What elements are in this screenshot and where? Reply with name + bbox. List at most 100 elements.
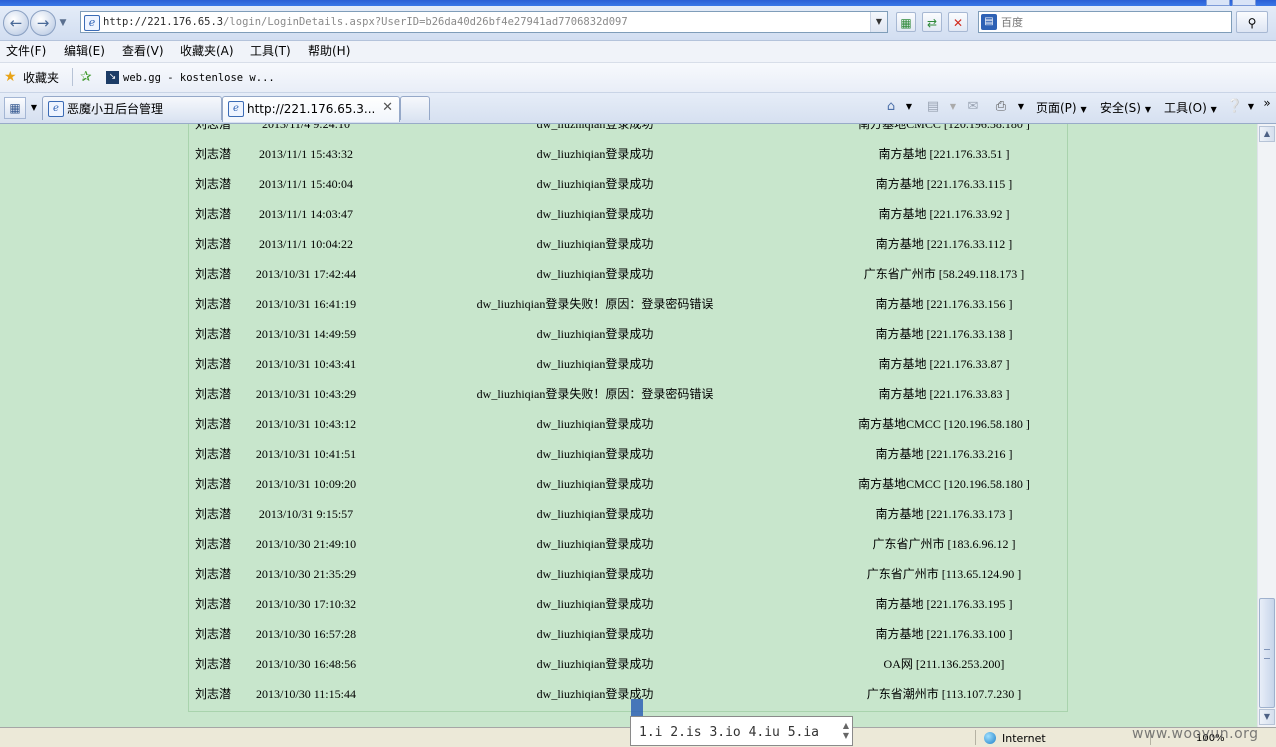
cell-login-time: 2013/10/30 21:35:29 bbox=[255, 567, 357, 581]
security-zone-label[interactable]: Internet bbox=[1002, 732, 1046, 746]
ie-page-icon: e bbox=[48, 101, 64, 117]
add-to-favorites-icon[interactable]: ✰ bbox=[80, 69, 98, 85]
cell-login-time: 2013/10/31 10:09:20 bbox=[255, 477, 357, 491]
tools-menu[interactable]: 工具(O) ▼ bbox=[1164, 98, 1217, 118]
cell-user-name: 刘志潜 bbox=[195, 537, 232, 551]
cell-login-time: 2013/10/30 21:49:10 bbox=[255, 537, 357, 551]
search-button[interactable]: ⚲ bbox=[1236, 11, 1268, 33]
search-box[interactable]: ▤ bbox=[978, 11, 1232, 33]
scroll-down-arrow-icon[interactable]: ▼ bbox=[1259, 709, 1275, 725]
cell-login-time: 2013/11/1 15:40:04 bbox=[259, 177, 353, 191]
close-tab-icon[interactable]: ✕ bbox=[382, 100, 393, 116]
scroll-grip bbox=[1264, 649, 1270, 659]
cell-login-time: 2013/10/31 10:41:51 bbox=[255, 447, 357, 461]
address-url[interactable]: http://221.176.65.3/login/LoginDetails.a… bbox=[103, 12, 628, 32]
forward-button[interactable]: → bbox=[30, 10, 56, 36]
table-row: 刘志潜 2013/10/31 10:43:41 dw_liuzhiqian登录成功 南… bbox=[189, 356, 1069, 386]
ime-candidates[interactable]: 1.i 2.is 3.io 4.iu 5.ia bbox=[639, 725, 819, 741]
cell-login-time: 2013/11/1 10:04:22 bbox=[259, 237, 353, 251]
address-dropdown-button[interactable]: ▼ bbox=[870, 12, 887, 32]
favorites-separator bbox=[72, 68, 73, 86]
cell-user-name: 刘志潜 bbox=[195, 177, 232, 191]
cell-login-location: 南方基地CMCC [120.196.58.180 ] bbox=[858, 477, 1030, 491]
table-row: 刘志潜 2013/10/30 11:15:44 dw_liuzhiqian登录成功 广… bbox=[189, 686, 1069, 716]
safety-menu[interactable]: 安全(S) ▼ bbox=[1100, 98, 1151, 118]
cell-login-result: dw_liuzhiqian登录成功 bbox=[536, 237, 654, 251]
vertical-scrollbar[interactable]: ▲ ▼ bbox=[1257, 124, 1276, 727]
back-arrow-icon: ← bbox=[9, 14, 23, 32]
table-row: 刘志潜 2013/11/1 15:40:04 dw_liuzhiqian登录成功 南方… bbox=[189, 176, 1069, 206]
menu-help[interactable]: 帮助(H) bbox=[308, 41, 350, 62]
table-row: 刘志潜 2013/10/30 16:57:28 dw_liuzhiqian登录成功 南… bbox=[189, 626, 1069, 656]
stop-button[interactable]: ✕ bbox=[948, 12, 968, 32]
menu-tools[interactable]: 工具(T) bbox=[250, 41, 291, 62]
ime-candidate-window[interactable]: 1.i 2.is 3.io 4.iu 5.ia ▲ ▼ bbox=[630, 716, 853, 746]
table-row: 刘志潜 2013/10/31 14:49:59 dw_liuzhiqian登录成功 南… bbox=[189, 326, 1069, 356]
quick-tabs-button[interactable]: ▦ bbox=[4, 97, 26, 119]
menu-edit[interactable]: 编辑(E) bbox=[64, 41, 105, 62]
table-row: 刘志潜 2013/11/1 10:04:22 dw_liuzhiqian登录成功 南方… bbox=[189, 236, 1069, 266]
compatibility-view-button[interactable]: ▦ bbox=[896, 12, 916, 32]
cell-login-result: dw_liuzhiqian登录成功 bbox=[536, 567, 654, 581]
new-tab-button[interactable] bbox=[400, 96, 430, 120]
cell-login-result: dw_liuzhiqian登录成功 bbox=[536, 627, 654, 641]
cell-login-result: dw_liuzhiqian登录成功 bbox=[536, 207, 654, 221]
home-dropdown[interactable]: ▼ bbox=[900, 98, 918, 116]
tab-list-dropdown[interactable]: ▼ bbox=[28, 97, 40, 119]
table-row: 刘志潜 2013/10/31 17:42:44 dw_liuzhiqian登录成功 广… bbox=[189, 266, 1069, 296]
address-toolbar: ← → ▼ e http://221.176.65.3/login/LoginD… bbox=[0, 6, 1276, 41]
cell-user-name: 刘志潜 bbox=[195, 687, 232, 701]
home-icon[interactable]: ⌂ bbox=[882, 98, 900, 116]
address-bar[interactable]: e http://221.176.65.3/login/LoginDetails… bbox=[80, 11, 888, 33]
ime-page-arrows-icon[interactable]: ▲ ▼ bbox=[843, 721, 849, 741]
cell-login-result: dw_liuzhiqian登录成功 bbox=[536, 267, 654, 281]
favorites-button[interactable]: 收藏夹 bbox=[23, 70, 59, 86]
cell-login-result: dw_liuzhiqian登录成功 bbox=[536, 597, 654, 611]
cell-user-name: 刘志潜 bbox=[195, 447, 232, 461]
history-dropdown[interactable]: ▼ bbox=[58, 17, 68, 29]
cell-login-location: 南方基地 [221.176.33.51 ] bbox=[878, 147, 1010, 161]
page-menu[interactable]: 页面(P) ▼ bbox=[1036, 98, 1087, 118]
refresh-button[interactable]: ⇄ bbox=[922, 12, 942, 32]
cell-login-location: 南方基地 [221.176.33.156 ] bbox=[875, 297, 1013, 311]
print-icon[interactable]: ⎙ bbox=[992, 98, 1010, 116]
menu-favorites[interactable]: 收藏夹(A) bbox=[180, 41, 234, 62]
cell-login-location: 南方基地 [221.176.33.195 ] bbox=[875, 597, 1013, 611]
table-row: 刘志潜 2013/10/31 10:41:51 dw_liuzhiqian登录成功 南… bbox=[189, 446, 1069, 476]
more-commands-chevron-icon[interactable]: » bbox=[1258, 94, 1276, 112]
feeds-icon[interactable]: ▤ bbox=[924, 98, 942, 116]
print-dropdown[interactable]: ▼ bbox=[1012, 98, 1030, 116]
chevron-down-icon: ▼ bbox=[1080, 105, 1087, 114]
scroll-up-arrow-icon[interactable]: ▲ bbox=[1259, 126, 1275, 142]
cell-login-location: 南方基地 [221.176.33.112 ] bbox=[875, 237, 1013, 251]
ie-page-icon: e bbox=[84, 15, 100, 31]
cell-login-time: 2013/10/31 10:43:29 bbox=[255, 387, 357, 401]
tab-login-details-label: http://221.176.65.3... bbox=[247, 102, 376, 116]
back-button[interactable]: ← bbox=[3, 10, 29, 36]
cell-user-name: 刘志潜 bbox=[195, 147, 232, 161]
mail-icon[interactable]: ✉ bbox=[964, 98, 982, 116]
cell-login-location: 南方基地CMCC [120.196.58.180 ] bbox=[858, 124, 1030, 131]
tab-admin[interactable]: e 恶魔小丑后台管理 bbox=[42, 96, 222, 120]
tab-bar: ▦ ▼ e 恶魔小丑后台管理 e http://221.176.65.3... … bbox=[0, 93, 1276, 124]
table-row: 刘志潜 2013/10/31 10:09:20 dw_liuzhiqian登录成功 南… bbox=[189, 476, 1069, 506]
menu-view[interactable]: 查看(V) bbox=[122, 41, 164, 62]
search-input[interactable] bbox=[1001, 13, 1221, 31]
cell-login-location: 南方基地CMCC [120.196.58.180 ] bbox=[858, 417, 1030, 431]
table-row: 刘志潜 2013/10/31 10:43:29 dw_liuzhiqian登录失败！… bbox=[189, 386, 1069, 416]
login-details-table: 刘志潜 2013/11/4 9:24:10 dw_liuzhiqian登录成功 南方基… bbox=[188, 124, 1068, 712]
feeds-dropdown[interactable]: ▼ bbox=[944, 98, 962, 116]
menu-file[interactable]: 文件(F) bbox=[6, 41, 46, 62]
cell-login-time: 2013/10/31 10:43:12 bbox=[255, 417, 357, 431]
cell-login-location: 广东省广州市 [58.249.118.173 ] bbox=[863, 267, 1025, 281]
cell-user-name: 刘志潜 bbox=[195, 597, 232, 611]
cell-user-name: 刘志潜 bbox=[195, 124, 232, 131]
tab-login-details[interactable]: e http://221.176.65.3... ✕ bbox=[222, 96, 400, 122]
cell-login-result: dw_liuzhiqian登录成功 bbox=[536, 147, 654, 161]
scroll-thumb[interactable] bbox=[1259, 598, 1275, 708]
cell-user-name: 刘志潜 bbox=[195, 237, 232, 251]
table-row: 刘志潜 2013/10/31 9:15:57 dw_liuzhiqian登录成功 南方… bbox=[189, 506, 1069, 536]
status-divider bbox=[975, 730, 976, 745]
favorite-link-web-gg[interactable]: web.gg - kostenlose w... bbox=[123, 70, 275, 86]
cell-login-result: dw_liuzhiqian登录成功 bbox=[536, 447, 654, 461]
